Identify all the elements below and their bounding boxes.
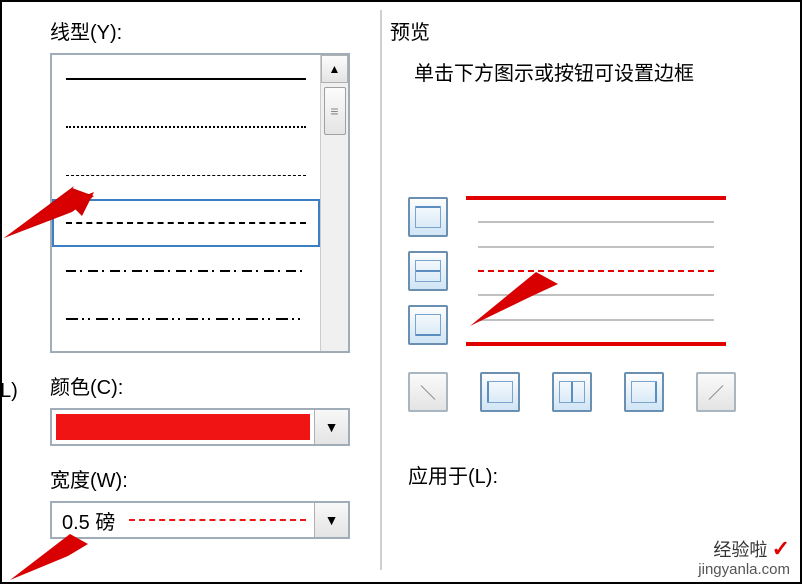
width-dropdown-arrow[interactable] — [314, 503, 348, 537]
scroll-up-button[interactable]: ▲ — [321, 55, 348, 83]
border-bottom-buttons — [408, 372, 770, 412]
linetype-option-dashdotdot[interactable] — [52, 295, 320, 343]
border-right-button[interactable] — [624, 372, 664, 412]
color-dropdown-arrow[interactable] — [314, 410, 348, 444]
scroll-thumb[interactable] — [324, 87, 346, 135]
left-panel: 线型(Y): ▲ 颜色(C): 宽度(W): 0.5 磅 — [50, 10, 370, 539]
width-sample — [129, 519, 306, 521]
linetype-listbox[interactable]: ▲ — [50, 53, 350, 353]
linetype-label: 线型(Y): — [50, 16, 370, 45]
vertical-divider — [380, 10, 382, 570]
border-middle-button[interactable] — [408, 251, 448, 291]
color-dropdown[interactable] — [50, 408, 350, 446]
border-left-button[interactable] — [480, 372, 520, 412]
border-diag-up-button[interactable] — [696, 372, 736, 412]
preview-line — [478, 221, 714, 223]
width-dropdown[interactable]: 0.5 磅 — [50, 501, 350, 539]
annotation-arrow-icon — [4, 168, 94, 238]
preview-hint: 单击下方图示或按钮可设置边框 — [414, 57, 770, 86]
color-label: 颜色(C): — [50, 371, 370, 400]
annotation-arrow-icon — [470, 256, 560, 326]
color-swatch — [56, 414, 310, 440]
linetype-option-dotted[interactable] — [52, 103, 320, 151]
width-label: 宽度(W): — [50, 464, 370, 493]
linetype-list-inner — [52, 55, 348, 351]
annotation-arrow-icon — [10, 520, 90, 580]
border-diag-down-button[interactable] — [408, 372, 448, 412]
cut-label: L) — [0, 380, 18, 403]
watermark-check-icon: ✓ — [772, 536, 790, 561]
border-vmiddle-button[interactable] — [552, 372, 592, 412]
watermark: 经验啦 ✓ jingyanla.com — [698, 537, 790, 578]
right-panel: 预览 单击下方图示或按钮可设置边框 应用于(L): — [390, 10, 770, 497]
border-bottom-button[interactable] — [408, 305, 448, 345]
apply-to-label: 应用于(L): — [408, 460, 770, 489]
border-side-buttons — [408, 197, 448, 345]
preview-label: 预览 — [390, 16, 770, 45]
border-top-button[interactable] — [408, 197, 448, 237]
linetype-option-dashdot[interactable] — [52, 247, 320, 295]
watermark-brand: 经验啦 — [713, 540, 767, 560]
preview-line — [478, 246, 714, 248]
watermark-url: jingyanla.com — [698, 562, 790, 579]
width-value: 0.5 磅 — [52, 506, 314, 535]
linetype-option-solid[interactable] — [52, 55, 320, 103]
linetype-scrollbar[interactable]: ▲ — [320, 55, 348, 351]
